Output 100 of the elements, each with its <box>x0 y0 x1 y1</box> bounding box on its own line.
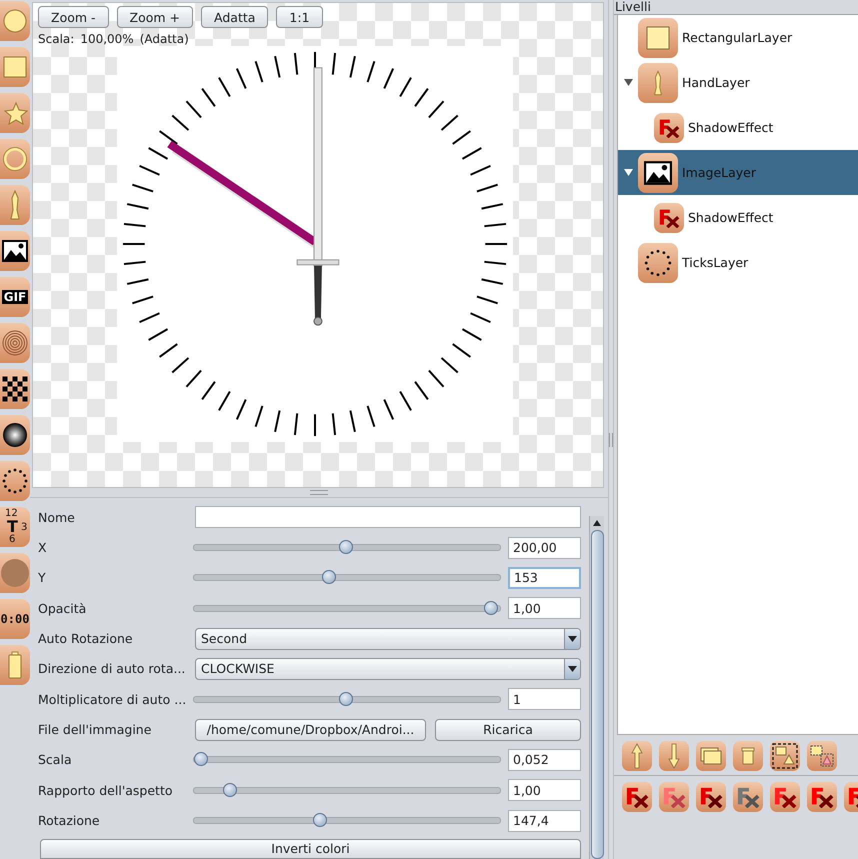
grouped-shapes-icon <box>772 743 798 770</box>
tool-button[interactable] <box>0 369 30 409</box>
scale-mode: (Adatta) <box>140 32 189 46</box>
scrollbar[interactable] <box>589 516 604 859</box>
effect-icon <box>658 208 680 228</box>
duplicate-button[interactable] <box>696 741 726 772</box>
slider-thumb[interactable] <box>484 600 498 615</box>
scrollbar-thumb[interactable] <box>590 530 604 859</box>
effect-icon <box>658 118 680 138</box>
trash-icon <box>741 747 755 766</box>
property-label: Direzione di auto rota... <box>38 661 186 676</box>
dropdown[interactable]: Second <box>195 628 581 650</box>
layer-item[interactable]: TicksLayer <box>618 240 858 285</box>
layer-item[interactable]: RectangularLayer <box>618 15 858 60</box>
invert-colors-button[interactable]: Inverti colori <box>40 839 581 859</box>
up-arrow-icon <box>631 743 643 770</box>
group-button[interactable] <box>770 741 800 772</box>
tool-button[interactable]: GIF <box>0 277 30 317</box>
expand-arrow-icon[interactable] <box>624 79 632 86</box>
effect-button[interactable] <box>770 782 800 812</box>
down-arrow-icon <box>668 743 680 770</box>
effect-icon <box>699 786 723 808</box>
property-label: Rapporto dell'aspetto <box>38 782 174 798</box>
property-label: Nome <box>38 510 76 525</box>
zoom-button[interactable]: Zoom + <box>116 6 194 28</box>
tool-button[interactable] <box>0 461 30 501</box>
zoom-button[interactable]: Adatta <box>201 6 268 28</box>
property-label: Y <box>38 570 47 586</box>
slider-thumb[interactable] <box>194 752 208 766</box>
property-label: Opacità <box>38 600 88 616</box>
tool-button[interactable]: 12 T 3 6 <box>0 507 30 547</box>
property-label: X <box>38 540 48 556</box>
move-up-button[interactable] <box>622 741 652 772</box>
image-icon <box>2 240 28 262</box>
hand-icon <box>9 190 21 220</box>
effect-icon <box>773 786 797 808</box>
value-field[interactable]: 200,00 <box>508 536 581 559</box>
property-label: Moltiplicatore di auto ... <box>38 692 188 707</box>
value-field[interactable]: 1 <box>508 688 581 710</box>
ungroup-button[interactable] <box>807 741 837 772</box>
layer-item[interactable]: HandLayer <box>618 60 858 105</box>
sphere-icon <box>2 422 28 448</box>
layer-item[interactable]: ShadowEffect <box>618 105 858 150</box>
three-label: 3 <box>21 523 28 533</box>
dropdown-arrow-icon <box>568 666 577 672</box>
slider-thumb[interactable] <box>339 540 353 554</box>
effect-button[interactable] <box>733 782 763 812</box>
twelve-label: 12 <box>5 509 18 519</box>
dropdown[interactable]: CLOCKWISE <box>195 658 581 680</box>
tool-button[interactable]: 0:00 <box>0 599 30 639</box>
battery-icon <box>8 651 22 679</box>
expand-arrow-icon[interactable] <box>624 169 632 176</box>
effect-icon <box>625 786 649 808</box>
property-label: Auto Rotazione <box>38 631 134 646</box>
text-field[interactable] <box>195 506 581 528</box>
scroll-up-icon <box>593 520 601 526</box>
value-field[interactable]: 153 <box>508 566 581 589</box>
scale-value: 100,00% <box>80 32 134 46</box>
image-icon <box>644 160 672 184</box>
file-path-button[interactable]: /home/comune/Dropbox/Androi... <box>195 718 426 741</box>
layer-item[interactable]: ShadowEffect <box>618 195 858 240</box>
delete-button[interactable] <box>733 741 763 772</box>
property-label: Scala <box>38 752 73 768</box>
concentric-circles-icon <box>2 330 28 356</box>
effect-button[interactable] <box>807 782 837 812</box>
rectangle-icon <box>3 56 27 78</box>
property-label: Rotazione <box>38 813 101 828</box>
digital-clock-label: 0:00 <box>0 612 30 626</box>
star-icon <box>2 101 28 125</box>
scale-label: Scala: <box>38 32 74 46</box>
ungrouped-shapes-icon <box>810 745 834 768</box>
zoom-button[interactable]: 1:1 <box>276 6 323 28</box>
effect-icon <box>810 786 834 808</box>
gif-label: GIF <box>2 290 28 304</box>
dropdown-arrow-icon <box>568 636 577 642</box>
dial-icon <box>0 558 30 588</box>
checkerboard-icon <box>2 376 28 402</box>
zoom-button[interactable]: Zoom - <box>38 6 109 28</box>
tick-ring-icon <box>1 467 29 495</box>
tool-button[interactable] <box>0 415 30 455</box>
slider-thumb[interactable] <box>322 570 336 584</box>
slider-thumb[interactable] <box>223 782 237 797</box>
effect-button[interactable] <box>622 782 652 812</box>
t-label: T <box>7 519 18 535</box>
reload-button[interactable]: Ricarica <box>435 718 581 741</box>
effect-button[interactable] <box>696 782 726 812</box>
effect-icon <box>662 786 686 808</box>
value-field[interactable]: 147,4 <box>508 810 581 832</box>
property-label: File dell'immagine <box>38 722 152 738</box>
value-field[interactable]: 0,052 <box>508 748 581 771</box>
move-down-button[interactable] <box>659 741 689 772</box>
tool-button[interactable] <box>0 231 30 271</box>
slider-thumb[interactable] <box>339 692 353 706</box>
slider-thumb[interactable] <box>312 813 327 828</box>
value-field[interactable]: 1,00 <box>508 779 581 802</box>
value-field[interactable]: 1,00 <box>508 597 581 620</box>
tick-ring-icon <box>643 248 673 278</box>
effect-icon <box>736 786 760 808</box>
stacked-rectangles-icon <box>700 747 722 766</box>
circle-icon <box>3 9 27 33</box>
